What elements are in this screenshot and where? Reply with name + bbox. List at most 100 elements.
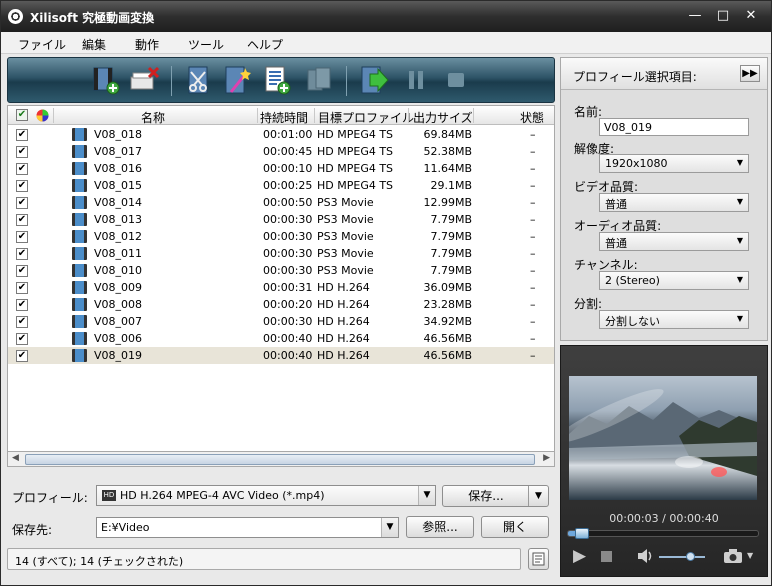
row-duration: 00:00:30 bbox=[263, 247, 313, 260]
row-checkbox[interactable]: ✔ bbox=[16, 282, 28, 294]
add-profile-icon[interactable] bbox=[261, 64, 293, 96]
add-video-icon[interactable] bbox=[90, 64, 122, 96]
column-header-status[interactable]: 状態 bbox=[520, 109, 544, 126]
audio-quality-select[interactable]: 普通 ▼ bbox=[599, 232, 749, 251]
row-profile: HD H.264 bbox=[317, 332, 370, 345]
file-list: ✔ 名称 持続時間 目標プロファイル 出力サイズ 状態 ✔ V08_018 00:0… bbox=[7, 105, 555, 467]
menu-file[interactable]: ファイル bbox=[18, 36, 66, 53]
toolbar-separator bbox=[171, 66, 172, 96]
seek-thumb[interactable] bbox=[575, 528, 589, 539]
name-input[interactable]: V08_019 bbox=[599, 118, 749, 136]
row-checkbox[interactable]: ✔ bbox=[16, 231, 28, 243]
check-all-checkbox[interactable]: ✔ bbox=[16, 109, 28, 121]
camera-icon[interactable] bbox=[723, 548, 743, 564]
row-checkbox[interactable]: ✔ bbox=[16, 214, 28, 226]
menu-tools[interactable]: ツール bbox=[188, 36, 224, 53]
scrollbar-thumb[interactable] bbox=[25, 454, 535, 465]
menu-action[interactable]: 動作 bbox=[135, 36, 159, 53]
table-row[interactable]: ✔ V08_006 00:00:40 HD H.264 46.56MB – bbox=[8, 330, 554, 347]
destination-input[interactable]: E:¥Video ▼ bbox=[96, 517, 399, 538]
menu-help[interactable]: ヘルプ bbox=[247, 36, 283, 53]
split-select[interactable]: 分割しない ▼ bbox=[599, 310, 749, 329]
video-file-icon bbox=[72, 145, 87, 158]
convert-icon[interactable] bbox=[358, 64, 390, 96]
row-status: – bbox=[530, 179, 536, 192]
scroll-left-icon[interactable]: ◀ bbox=[12, 453, 19, 463]
table-row[interactable]: ✔ V08_015 00:00:25 HD MPEG4 TS 29.1MB – bbox=[8, 177, 554, 194]
row-duration: 00:00:25 bbox=[263, 179, 313, 192]
maximize-icon[interactable]: □ bbox=[712, 7, 734, 25]
effects-icon[interactable] bbox=[221, 64, 253, 96]
clip-icon[interactable] bbox=[183, 64, 215, 96]
row-checkbox[interactable]: ✔ bbox=[16, 265, 28, 277]
resolution-select[interactable]: 1920x1080 ▼ bbox=[599, 154, 749, 173]
table-row[interactable]: ✔ V08_019 00:00:40 HD H.264 46.56MB – bbox=[8, 347, 554, 364]
row-profile: PS3 Movie bbox=[317, 247, 374, 260]
open-button[interactable]: 開く bbox=[481, 516, 549, 538]
table-row[interactable]: ✔ V08_013 00:00:30 PS3 Movie 7.79MB – bbox=[8, 211, 554, 228]
table-row[interactable]: ✔ V08_007 00:00:30 HD H.264 34.92MB – bbox=[8, 313, 554, 330]
row-size: 23.28MB bbox=[423, 298, 472, 311]
table-row[interactable]: ✔ V08_012 00:00:30 PS3 Movie 7.79MB – bbox=[8, 228, 554, 245]
play-icon[interactable]: ▶ bbox=[573, 546, 586, 566]
remove-icon[interactable] bbox=[128, 64, 160, 96]
row-checkbox[interactable]: ✔ bbox=[16, 248, 28, 260]
row-checkbox[interactable]: ✔ bbox=[16, 316, 28, 328]
volume-icon[interactable] bbox=[636, 547, 654, 565]
table-row[interactable]: ✔ V08_016 00:00:10 HD MPEG4 TS 11.64MB – bbox=[8, 160, 554, 177]
chevron-down-icon[interactable]: ▼ bbox=[747, 551, 753, 560]
column-header-size[interactable]: 出力サイズ bbox=[413, 109, 473, 126]
row-duration: 00:00:30 bbox=[263, 213, 313, 226]
stop-icon[interactable] bbox=[601, 551, 612, 562]
table-row[interactable]: ✔ V08_008 00:00:20 HD H.264 23.28MB – bbox=[8, 296, 554, 313]
row-checkbox[interactable]: ✔ bbox=[16, 350, 28, 362]
table-row[interactable]: ✔ V08_018 00:01:00 HD MPEG4 TS 69.84MB – bbox=[8, 126, 554, 143]
seek-bar[interactable] bbox=[567, 528, 759, 539]
scroll-right-icon[interactable]: ▶ bbox=[543, 453, 550, 463]
table-row[interactable]: ✔ V08_017 00:00:45 HD MPEG4 TS 52.38MB – bbox=[8, 143, 554, 160]
column-header-profile[interactable]: 目標プロファイル bbox=[318, 109, 414, 126]
menu-edit[interactable]: 編集 bbox=[82, 36, 106, 53]
table-row[interactable]: ✔ V08_009 00:00:31 HD H.264 36.09MB – bbox=[8, 279, 554, 296]
column-separator bbox=[257, 108, 258, 123]
close-icon[interactable]: ✕ bbox=[740, 7, 762, 25]
chevron-down-icon: ▼ bbox=[736, 197, 743, 206]
row-size: 7.79MB bbox=[430, 264, 472, 277]
row-duration: 00:01:00 bbox=[263, 128, 313, 141]
row-duration: 00:00:50 bbox=[263, 196, 313, 209]
chevron-down-icon[interactable]: ▼ bbox=[381, 518, 398, 537]
column-header-name[interactable]: 名称 bbox=[141, 109, 165, 126]
row-checkbox[interactable]: ✔ bbox=[16, 129, 28, 141]
chevron-down-icon[interactable]: ▼ bbox=[528, 486, 548, 506]
table-row[interactable]: ✔ V08_014 00:00:50 PS3 Movie 12.99MB – bbox=[8, 194, 554, 211]
row-checkbox[interactable]: ✔ bbox=[16, 180, 28, 192]
browse-button[interactable]: 参照... bbox=[406, 516, 474, 538]
channel-select[interactable]: 2 (Stereo) ▼ bbox=[599, 271, 749, 290]
volume-thumb[interactable] bbox=[686, 552, 695, 561]
row-checkbox[interactable]: ✔ bbox=[16, 299, 28, 311]
row-checkbox[interactable]: ✔ bbox=[16, 163, 28, 175]
row-profile: PS3 Movie bbox=[317, 264, 374, 277]
profile-panel: プロフィール選択項目: ▶▶ 名前: V08_019 解像度: 1920x108… bbox=[560, 57, 768, 341]
stop-icon bbox=[448, 73, 464, 87]
table-row[interactable]: ✔ V08_010 00:00:30 PS3 Movie 7.79MB – bbox=[8, 262, 554, 279]
save-profile-button[interactable]: 保存... ▼ bbox=[442, 485, 549, 507]
row-duration: 00:00:10 bbox=[263, 162, 313, 175]
minimize-icon[interactable]: — bbox=[684, 7, 706, 25]
column-header-duration[interactable]: 持続時間 bbox=[260, 109, 308, 126]
chevron-down-icon[interactable]: ▼ bbox=[418, 486, 435, 505]
row-checkbox[interactable]: ✔ bbox=[16, 333, 28, 345]
volume-slider[interactable] bbox=[659, 552, 705, 561]
row-name: V08_008 bbox=[94, 298, 143, 311]
table-row[interactable]: ✔ V08_011 00:00:30 PS3 Movie 7.79MB – bbox=[8, 245, 554, 262]
row-checkbox[interactable]: ✔ bbox=[16, 197, 28, 209]
video-quality-select[interactable]: 普通 ▼ bbox=[599, 193, 749, 212]
collapse-panel-icon[interactable]: ▶▶ bbox=[740, 65, 760, 82]
log-button[interactable] bbox=[528, 548, 549, 570]
horizontal-scrollbar[interactable]: ◀ ▶ bbox=[7, 451, 555, 467]
row-profile: HD H.264 bbox=[317, 281, 370, 294]
profile-select[interactable]: HD HD H.264 MPEG-4 AVC Video (*.mp4) ▼ bbox=[96, 485, 436, 506]
chevron-down-icon: ▼ bbox=[736, 236, 743, 245]
row-name: V08_009 bbox=[94, 281, 143, 294]
row-checkbox[interactable]: ✔ bbox=[16, 146, 28, 158]
